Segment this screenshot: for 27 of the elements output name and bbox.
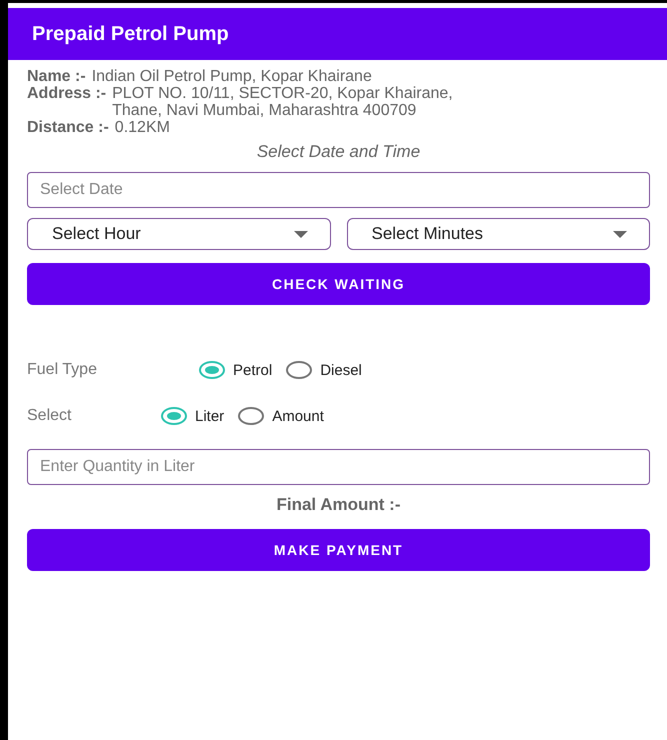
caret-icon bbox=[294, 230, 308, 238]
radio-button[interactable] bbox=[286, 361, 312, 379]
app-title: Prepaid Petrol Pump bbox=[32, 22, 229, 46]
check-waiting-button[interactable]: CHECK WAITING bbox=[27, 263, 650, 305]
radio-button[interactable] bbox=[238, 407, 264, 425]
radio-option[interactable]: Amount bbox=[238, 407, 324, 425]
detail-value: PLOT NO. 10/11, SECTOR-20, Kopar Khairane, Thane, Navi Mumbai, Maharashtra 400709 bbox=[112, 85, 454, 119]
radio-button[interactable] bbox=[161, 407, 187, 425]
radio-option[interactable]: Petrol bbox=[199, 361, 272, 379]
detail-label: Address :- bbox=[27, 85, 106, 104]
detail-value: Indian Oil Petrol Pump, Kopar Khairane bbox=[92, 68, 373, 85]
detail-label: Distance :- bbox=[27, 119, 109, 136]
dropdown[interactable]: Select Hour bbox=[27, 218, 330, 250]
radio-group-label: Fuel Type bbox=[27, 361, 98, 379]
dropdown[interactable]: Select Minutes bbox=[346, 218, 650, 250]
detail-label: Name :- bbox=[27, 68, 86, 85]
final-amount-label: Final Amount :- bbox=[275, 495, 402, 515]
detail-value: 0.12KM bbox=[114, 119, 171, 136]
section-heading: Select Date and Time bbox=[256, 142, 422, 162]
date-field[interactable]: Select Date bbox=[27, 172, 650, 208]
radio-option[interactable]: Liter bbox=[161, 407, 224, 425]
caret-icon bbox=[613, 230, 627, 238]
radio-button[interactable] bbox=[199, 361, 225, 379]
quantity-field[interactable]: Enter Quantity in Liter bbox=[27, 449, 650, 485]
radio-option[interactable]: Diesel bbox=[286, 361, 362, 379]
radio-group-label: Select bbox=[27, 407, 72, 425]
make-payment-button[interactable]: MAKE PAYMENT bbox=[27, 529, 650, 571]
